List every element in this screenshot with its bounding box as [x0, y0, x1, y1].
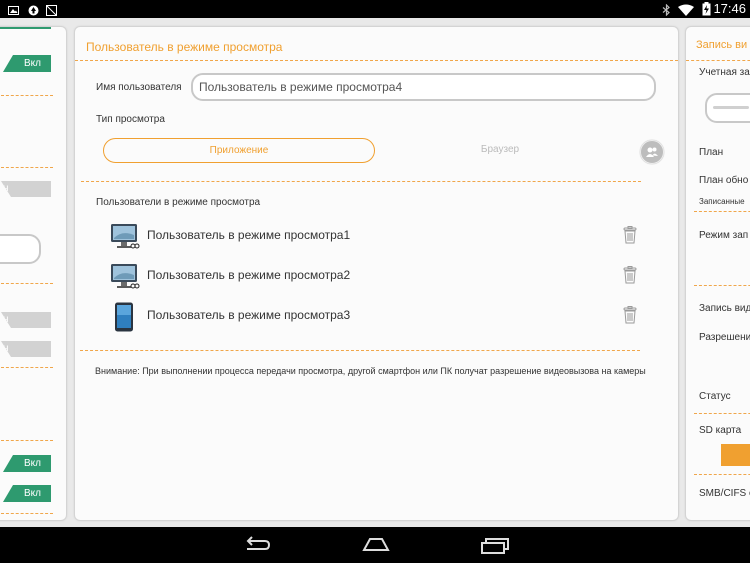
toggle-on-2[interactable]: Вкл	[3, 455, 51, 472]
resolution-label: Разрешени	[699, 332, 750, 343]
video-record-label: Запись вид	[699, 303, 750, 314]
trash-icon[interactable]	[623, 306, 637, 329]
smb-cifs-label: SMB/CIFS с	[699, 488, 750, 499]
bluetooth-icon	[661, 3, 672, 17]
trash-icon[interactable]	[623, 266, 637, 289]
recent-apps-icon[interactable]	[480, 535, 510, 560]
pc-monitor-icon	[110, 262, 140, 295]
status-bar: 17:46	[0, 0, 750, 18]
username-input[interactable]: Пользователь в режиме просмотра4	[191, 73, 656, 101]
username-label: Имя пользователя	[96, 82, 182, 93]
account-label: Учетная за	[699, 67, 750, 78]
account-input[interactable]	[705, 93, 750, 123]
wifi-icon	[678, 3, 694, 16]
sd-card-label: SD карта	[699, 425, 742, 436]
toggle-on-1[interactable]: Вкл	[3, 55, 51, 72]
image-icon	[8, 3, 19, 15]
users-group-icon[interactable]	[640, 140, 664, 164]
toggle-off-1[interactable]: н	[1, 181, 51, 197]
pc-monitor-icon	[110, 222, 140, 255]
home-icon[interactable]	[362, 535, 390, 560]
left-settings-panel: Вкл н н н Вкл Вкл	[0, 26, 67, 521]
toggle-partial[interactable]	[0, 27, 51, 29]
status-label: Статус	[699, 391, 731, 402]
toggle-off-3[interactable]: н	[1, 341, 51, 357]
view-type-app-button[interactable]: Приложение	[103, 138, 375, 163]
list-item[interactable]: Пользователь в режиме просмотра2	[110, 262, 640, 292]
recording-panel-title: Запись ви	[696, 39, 748, 51]
panel-title: Пользователь в режиме просмотра	[86, 40, 283, 54]
recording-settings-panel: Запись ви Учетная за План План обно Запи…	[685, 26, 750, 521]
user-name: Пользователь в режиме просмотра3	[147, 308, 351, 322]
toggle-on-3[interactable]: Вкл	[3, 485, 51, 502]
trash-icon[interactable]	[623, 226, 637, 249]
toggle-off-2[interactable]: н	[1, 312, 51, 328]
record-mode-label: Режим зап	[699, 230, 749, 241]
upload-icon	[28, 3, 39, 16]
user-name: Пользователь в режиме просмотра1	[147, 228, 351, 242]
plan-label: План	[699, 147, 724, 158]
navigation-bar	[0, 527, 750, 563]
view-type-label: Тип просмотра	[96, 114, 165, 125]
notice-text: Внимание: При выполнении процесса переда…	[95, 366, 646, 376]
list-item[interactable]: Пользователь в режиме просмотра3	[110, 302, 640, 332]
users-section-label: Пользователи в режиме просмотра	[96, 197, 261, 208]
plan-update-label: План обно	[699, 175, 749, 186]
user-name: Пользователь в режиме просмотра2	[147, 268, 351, 282]
tablet-icon	[114, 302, 134, 337]
back-icon[interactable]	[243, 535, 271, 560]
view-type-browser-button[interactable]: Браузер	[385, 138, 615, 163]
clock: 17:46	[713, 1, 746, 16]
sd-card-button[interactable]	[721, 444, 750, 466]
account-masked-value	[713, 106, 749, 109]
battery-charging-icon	[702, 2, 711, 16]
no-sim-icon	[46, 3, 57, 16]
left-input-field[interactable]	[0, 234, 41, 264]
list-item[interactable]: Пользователь в режиме просмотра1	[110, 222, 640, 252]
recorded-label: Записанные	[699, 197, 745, 206]
